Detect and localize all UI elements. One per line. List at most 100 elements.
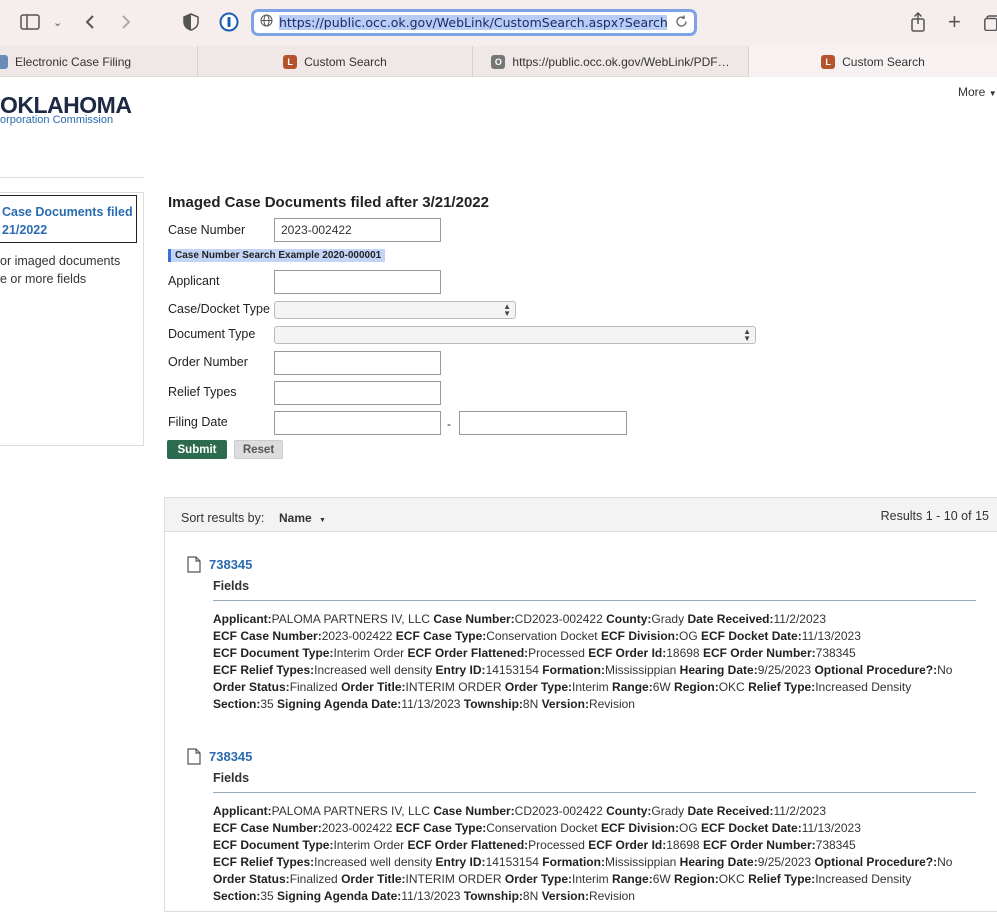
more-label: More <box>958 85 986 99</box>
field-value: Mississippian <box>604 663 677 677</box>
shield-icon[interactable] <box>183 10 199 34</box>
field-label: Optional Procedure?: <box>814 663 938 677</box>
field-value: 8N <box>522 889 539 903</box>
field-label: Formation: <box>542 855 605 869</box>
field-value: No <box>937 663 953 677</box>
fields-label: Fields <box>213 771 250 785</box>
sidebar-icon[interactable] <box>20 10 40 34</box>
field-label: Section: <box>213 697 261 711</box>
submit-button[interactable]: Submit <box>167 440 227 459</box>
share-icon[interactable] <box>910 10 926 34</box>
field-value: 11/2/2023 <box>773 804 827 818</box>
tab-custom-search-active[interactable]: L Custom Search <box>749 46 997 77</box>
field-value: 14153154 <box>485 663 539 677</box>
sidebar-text-line: or imaged documents <box>0 254 121 268</box>
date-separator: - <box>447 417 451 431</box>
field-value: Revision <box>588 697 635 711</box>
tab-label: Electronic Case Filing <box>15 54 132 69</box>
sidebar-text-line: e or more fields <box>0 272 87 286</box>
caret-down-icon: ▼ <box>988 89 997 98</box>
document-icon <box>187 556 201 573</box>
field-value: OKC <box>718 872 745 886</box>
sort-dropdown[interactable]: Name ▼ <box>279 511 326 525</box>
field-value: Interim Order <box>333 838 405 852</box>
metadata-row: ECF Document Type:Interim Order ECF Orde… <box>213 837 993 854</box>
field-value: Increased well density <box>314 663 433 677</box>
field-label: Section: <box>213 889 261 903</box>
field-value: INTERIM ORDER <box>405 680 502 694</box>
field-label: Version: <box>541 889 589 903</box>
field-label: ECF Order Flattened: <box>407 646 529 660</box>
sidebar-item-case-documents[interactable]: Case Documents filed 21/2022 <box>0 195 137 243</box>
field-label: County: <box>606 804 652 818</box>
case-number-input[interactable] <box>274 218 441 242</box>
field-label: Entry ID: <box>435 855 486 869</box>
field-value: 35 <box>260 889 274 903</box>
field-label: ECF Order Flattened: <box>407 838 529 852</box>
tab-custom-search[interactable]: L Custom Search <box>198 46 473 77</box>
field-value: 8N <box>522 697 539 711</box>
field-label: Formation: <box>542 663 605 677</box>
tab-overview-icon[interactable] <box>984 10 997 34</box>
document-type-select[interactable]: ▲ ▼ <box>274 326 756 344</box>
tab-electronic-case-filing[interactable]: Electronic Case Filing <box>0 46 198 77</box>
filing-date-from-input[interactable] <box>274 411 441 435</box>
field-value: Conservation Docket <box>486 821 598 835</box>
field-label: ECF Order Id: <box>588 646 667 660</box>
applicant-input[interactable] <box>274 270 441 294</box>
metadata-row: ECF Case Number:2023-002422 ECF Case Typ… <box>213 820 993 837</box>
logo-subtitle: orporation Commission <box>0 114 114 126</box>
back-arrow-icon[interactable] <box>84 10 96 34</box>
fields-label: Fields <box>213 579 250 593</box>
result-title-link[interactable]: 738345 <box>209 557 252 572</box>
plus-icon[interactable]: + <box>948 9 961 34</box>
filing-date-to-input[interactable] <box>459 411 627 435</box>
field-value: Interim <box>572 680 609 694</box>
field-value: PALOMA PARTNERS IV, LLC <box>271 804 430 818</box>
reset-button[interactable]: Reset <box>234 440 283 459</box>
password-manager-icon[interactable] <box>219 10 239 34</box>
metadata-row: ECF Relief Types:Increased well density … <box>213 662 993 679</box>
field-value: 738345 <box>815 646 856 660</box>
field-label: Order Type: <box>504 680 572 694</box>
metadata-row: Section:35 Signing Agenda Date:11/13/202… <box>213 696 993 713</box>
metadata-row: ECF Document Type:Interim Order ECF Orde… <box>213 645 993 662</box>
field-value: 11/13/2023 <box>801 629 861 643</box>
laserfiche-icon: L <box>821 54 836 69</box>
applicant-label: Applicant <box>168 274 220 288</box>
field-value: 11/2/2023 <box>773 612 827 626</box>
field-value: 738345 <box>815 838 856 852</box>
order-number-label: Order Number <box>168 355 248 369</box>
chevron-down-icon[interactable]: ⌄ <box>53 10 62 34</box>
result-title-link[interactable]: 738345 <box>209 749 252 764</box>
more-menu[interactable]: More ▼ <box>958 85 997 99</box>
field-label: Order Type: <box>504 872 572 886</box>
field-value: Revision <box>588 889 635 903</box>
tab-label: https://public.occ.ok.gov/WebLink/PDF… <box>512 54 730 69</box>
case-number-label: Case Number <box>168 223 246 237</box>
field-value: CD2023-002422 <box>514 804 603 818</box>
results-panel: Sort results by: Name ▼ Results 1 - 10 o… <box>164 497 997 912</box>
url-text[interactable]: https://public.occ.ok.gov/WebLink/Custom… <box>279 15 667 30</box>
field-label: Range: <box>612 872 653 886</box>
divider <box>0 177 144 178</box>
fields-divider <box>213 792 976 793</box>
favicon-icon <box>0 54 8 69</box>
order-number-input[interactable] <box>274 351 441 375</box>
field-label: Range: <box>612 680 653 694</box>
updown-arrows-icon: ▲ ▼ <box>503 302 511 318</box>
reload-icon[interactable] <box>675 15 688 33</box>
field-label: County: <box>606 612 652 626</box>
sort-label: Sort results by: <box>181 511 265 525</box>
field-label: ECF Docket Date: <box>701 821 802 835</box>
relief-types-input[interactable] <box>274 381 441 405</box>
address-bar[interactable]: https://public.occ.ok.gov/WebLink/Custom… <box>251 9 697 36</box>
tab-bar: Electronic Case Filing L Custom Search O… <box>0 46 997 77</box>
field-label: ECF Division: <box>600 629 679 643</box>
field-label: Version: <box>541 697 589 711</box>
case-docket-type-select[interactable]: ▲ ▼ <box>274 301 516 319</box>
tab-pdf[interactable]: O https://public.occ.ok.gov/WebLink/PDF… <box>473 46 749 77</box>
field-value: Grady <box>651 612 685 626</box>
forward-arrow-icon[interactable] <box>120 10 132 34</box>
field-value: Interim <box>572 872 609 886</box>
